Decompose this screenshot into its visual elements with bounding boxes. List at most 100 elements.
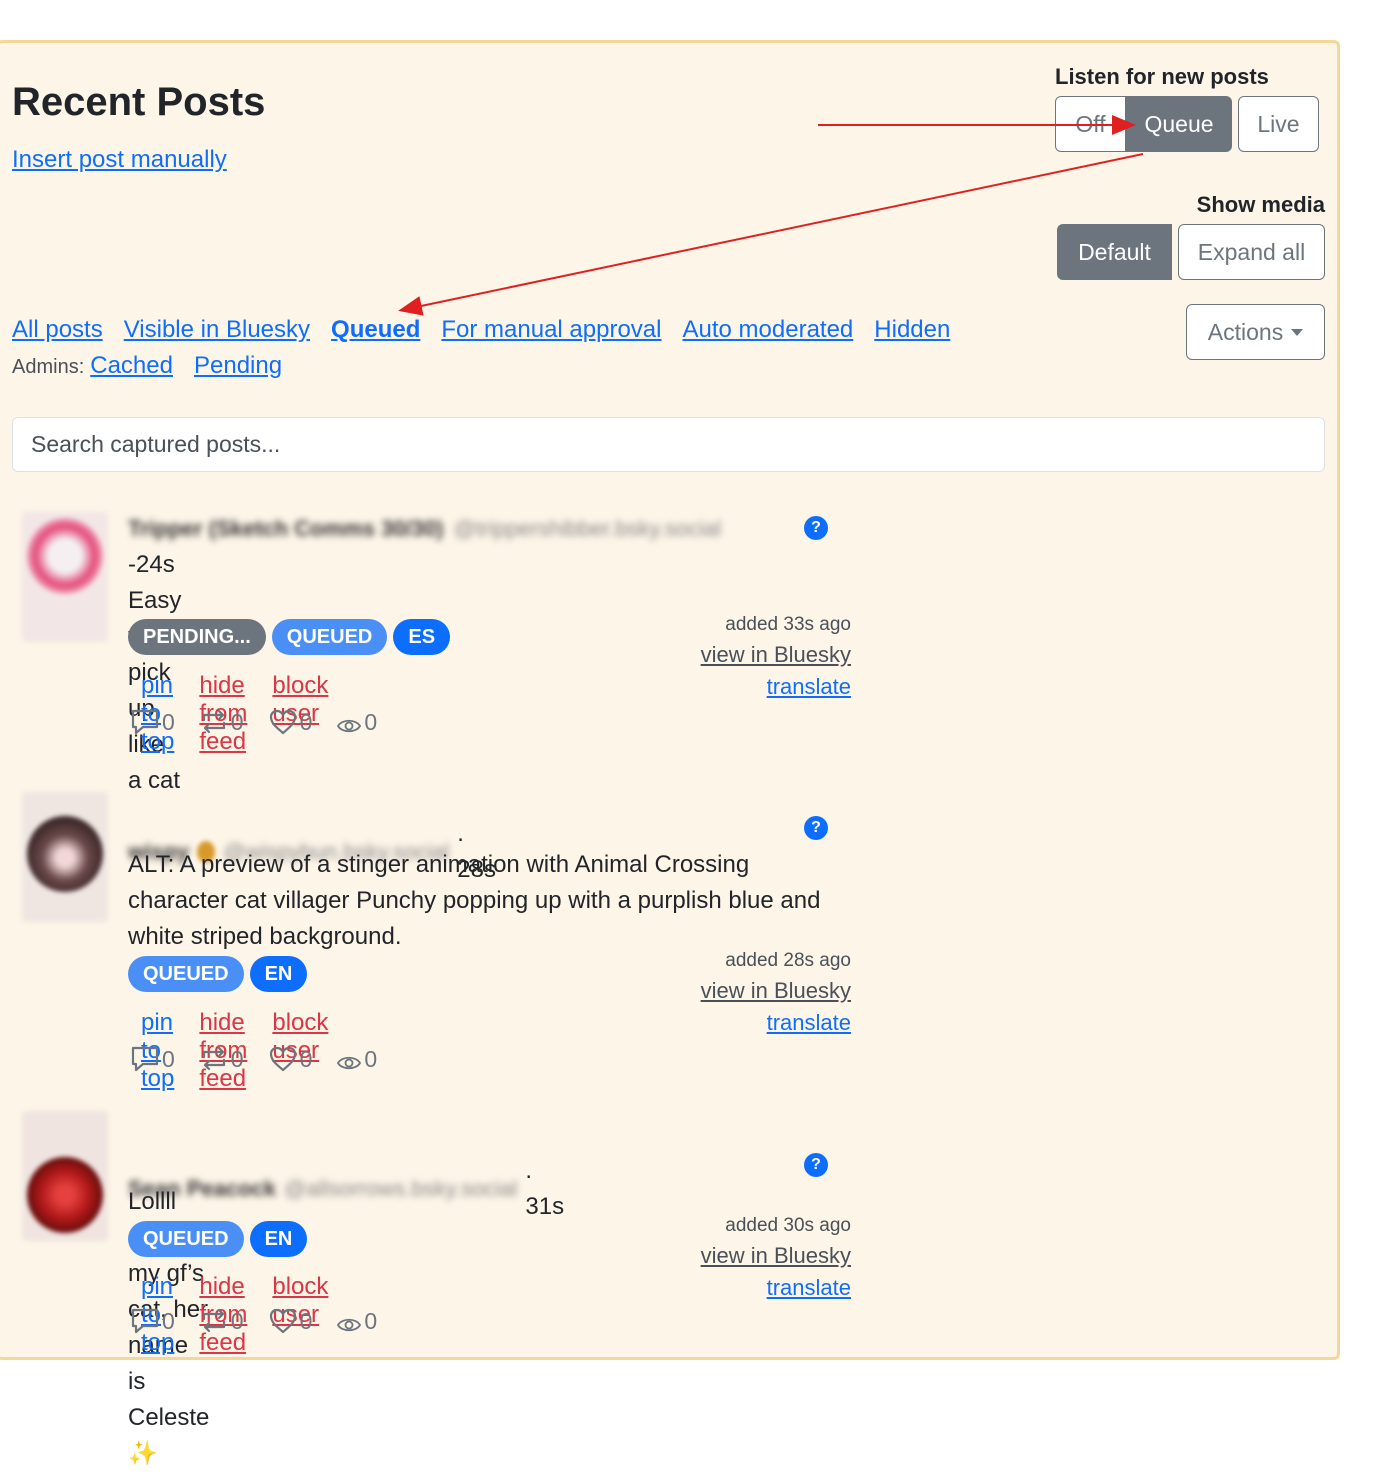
like-stat[interactable]: 0: [268, 708, 313, 736]
heart-icon: [269, 709, 296, 735]
language-badge: EN: [249, 1221, 308, 1257]
like-count: 0: [299, 1046, 313, 1072]
like-stat[interactable]: 0: [268, 1307, 313, 1335]
media-expand-all-button[interactable]: Expand all: [1178, 224, 1325, 280]
language-badge: EN: [249, 956, 308, 992]
added-time: added 28s ago: [725, 950, 851, 971]
post-stats: 0 0 0 0: [130, 708, 377, 736]
post-stats: 0 0 0 0: [130, 1307, 377, 1335]
like-count: 0: [299, 1308, 313, 1334]
eye-icon: [337, 1056, 362, 1070]
post-meta: added 28s ago view in Bluesky translate: [651, 950, 851, 1036]
view-in-bluesky-link[interactable]: view in Bluesky: [701, 978, 851, 1003]
repost-stat[interactable]: 0: [199, 1045, 244, 1073]
eye-icon: [337, 719, 362, 733]
post-author-line: Tripper (Sketch Comms 30/30) @trippershi…: [128, 516, 721, 542]
post-badges: QUEUED EN: [128, 956, 313, 992]
reply-icon: [131, 709, 159, 735]
filter-for-manual-approval[interactable]: For manual approval: [441, 316, 661, 344]
author-handle[interactable]: @trippershibber.bsky.social: [453, 516, 721, 542]
filter-hidden[interactable]: Hidden: [874, 316, 950, 344]
filter-auto-moderated[interactable]: Auto moderated: [683, 316, 854, 344]
status-badge: QUEUED: [128, 956, 244, 992]
listen-off-button[interactable]: Off: [1055, 96, 1126, 152]
reply-stat[interactable]: 0: [130, 708, 175, 736]
post-text: ALT: A preview of a stinger animation wi…: [128, 851, 821, 950]
status-badge: QUEUED: [271, 619, 388, 655]
listen-toggle-group: Off Queue Live: [1055, 96, 1319, 152]
translate-link[interactable]: translate: [767, 1010, 851, 1035]
filter-tabs: All posts Visible in Bluesky Queued For …: [12, 316, 950, 344]
filter-all-posts[interactable]: All posts: [12, 316, 103, 344]
admin-filters: Admins: Cached Pending: [12, 352, 282, 380]
view-count: 0: [364, 1046, 378, 1072]
listen-live-button[interactable]: Live: [1238, 96, 1319, 152]
avatar[interactable]: [22, 1111, 108, 1241]
reply-count: 0: [162, 1308, 175, 1334]
search-input[interactable]: [12, 417, 1325, 472]
reply-icon: [131, 1308, 159, 1334]
view-in-bluesky-link[interactable]: view in Bluesky: [701, 1243, 851, 1268]
view-stat: 0: [336, 1046, 377, 1073]
view-stat: 0: [336, 709, 377, 736]
view-in-bluesky-link[interactable]: view in Bluesky: [701, 642, 851, 667]
insert-post-link[interactable]: Insert post manually: [12, 146, 227, 174]
reply-icon: [131, 1046, 159, 1072]
repost-stat[interactable]: 0: [199, 708, 244, 736]
like-stat[interactable]: 0: [268, 1045, 313, 1073]
post-time: . 31s: [525, 1157, 565, 1220]
actions-dropdown-button[interactable]: Actions: [1186, 304, 1325, 360]
help-icon[interactable]: ?: [804, 516, 828, 540]
reply-stat[interactable]: 0: [130, 1307, 175, 1335]
view-stat: 0: [336, 1308, 377, 1335]
listen-label: Listen for new posts: [1055, 64, 1269, 89]
repost-stat[interactable]: 0: [199, 1307, 244, 1335]
repost-count: 0: [230, 1308, 244, 1334]
like-count: 0: [299, 709, 313, 735]
repost-icon: [202, 709, 225, 734]
status-badge: PENDING...: [128, 619, 266, 655]
language-badge: ES: [393, 619, 451, 655]
repost-icon: [202, 1308, 225, 1333]
help-icon[interactable]: ?: [804, 1153, 828, 1177]
media-default-button[interactable]: Default: [1057, 224, 1172, 280]
heart-icon: [269, 1046, 296, 1072]
reply-count: 0: [162, 1046, 175, 1072]
post-meta: added 33s ago view in Bluesky translate: [651, 614, 851, 700]
reply-stat[interactable]: 0: [130, 1045, 175, 1073]
post-meta: added 30s ago view in Bluesky translate: [651, 1215, 851, 1301]
post-badges: QUEUED EN: [128, 1221, 313, 1257]
show-media-label: Show media: [1196, 192, 1325, 217]
admins-label: Admins:: [12, 356, 85, 378]
help-icon[interactable]: ?: [804, 816, 828, 840]
author-handle[interactable]: @allsorrows.bsky.social: [284, 1176, 517, 1202]
post-time: -24s: [128, 551, 175, 578]
filter-pending[interactable]: Pending: [194, 352, 282, 380]
added-time: added 33s ago: [725, 614, 851, 635]
listen-queue-button[interactable]: Queue: [1126, 96, 1232, 152]
media-toggle-group: Default Expand all: [1057, 224, 1325, 280]
post-stats: 0 0 0 0: [130, 1045, 377, 1073]
post-badges: PENDING... QUEUED ES: [128, 619, 456, 655]
translate-link[interactable]: translate: [767, 1275, 851, 1300]
repost-count: 0: [230, 1046, 244, 1072]
view-count: 0: [364, 1308, 378, 1334]
repost-count: 0: [230, 709, 244, 735]
avatar[interactable]: [22, 512, 108, 642]
filter-queued[interactable]: Queued: [331, 316, 420, 344]
page-title: Recent Posts: [12, 80, 266, 124]
status-badge: QUEUED: [128, 1221, 244, 1257]
added-time: added 30s ago: [725, 1215, 851, 1236]
view-count: 0: [364, 709, 378, 735]
eye-icon: [337, 1318, 362, 1332]
filter-visible-in-bluesky[interactable]: Visible in Bluesky: [124, 316, 310, 344]
translate-link[interactable]: translate: [767, 674, 851, 699]
author-name[interactable]: Tripper (Sketch Comms 30/30): [128, 516, 443, 542]
filter-cached[interactable]: Cached: [90, 352, 173, 380]
heart-icon: [269, 1308, 296, 1334]
avatar[interactable]: [22, 792, 108, 922]
reply-count: 0: [162, 709, 175, 735]
actions-label: Actions: [1207, 318, 1284, 345]
caret-down-icon: [1291, 328, 1304, 336]
repost-icon: [202, 1046, 225, 1071]
